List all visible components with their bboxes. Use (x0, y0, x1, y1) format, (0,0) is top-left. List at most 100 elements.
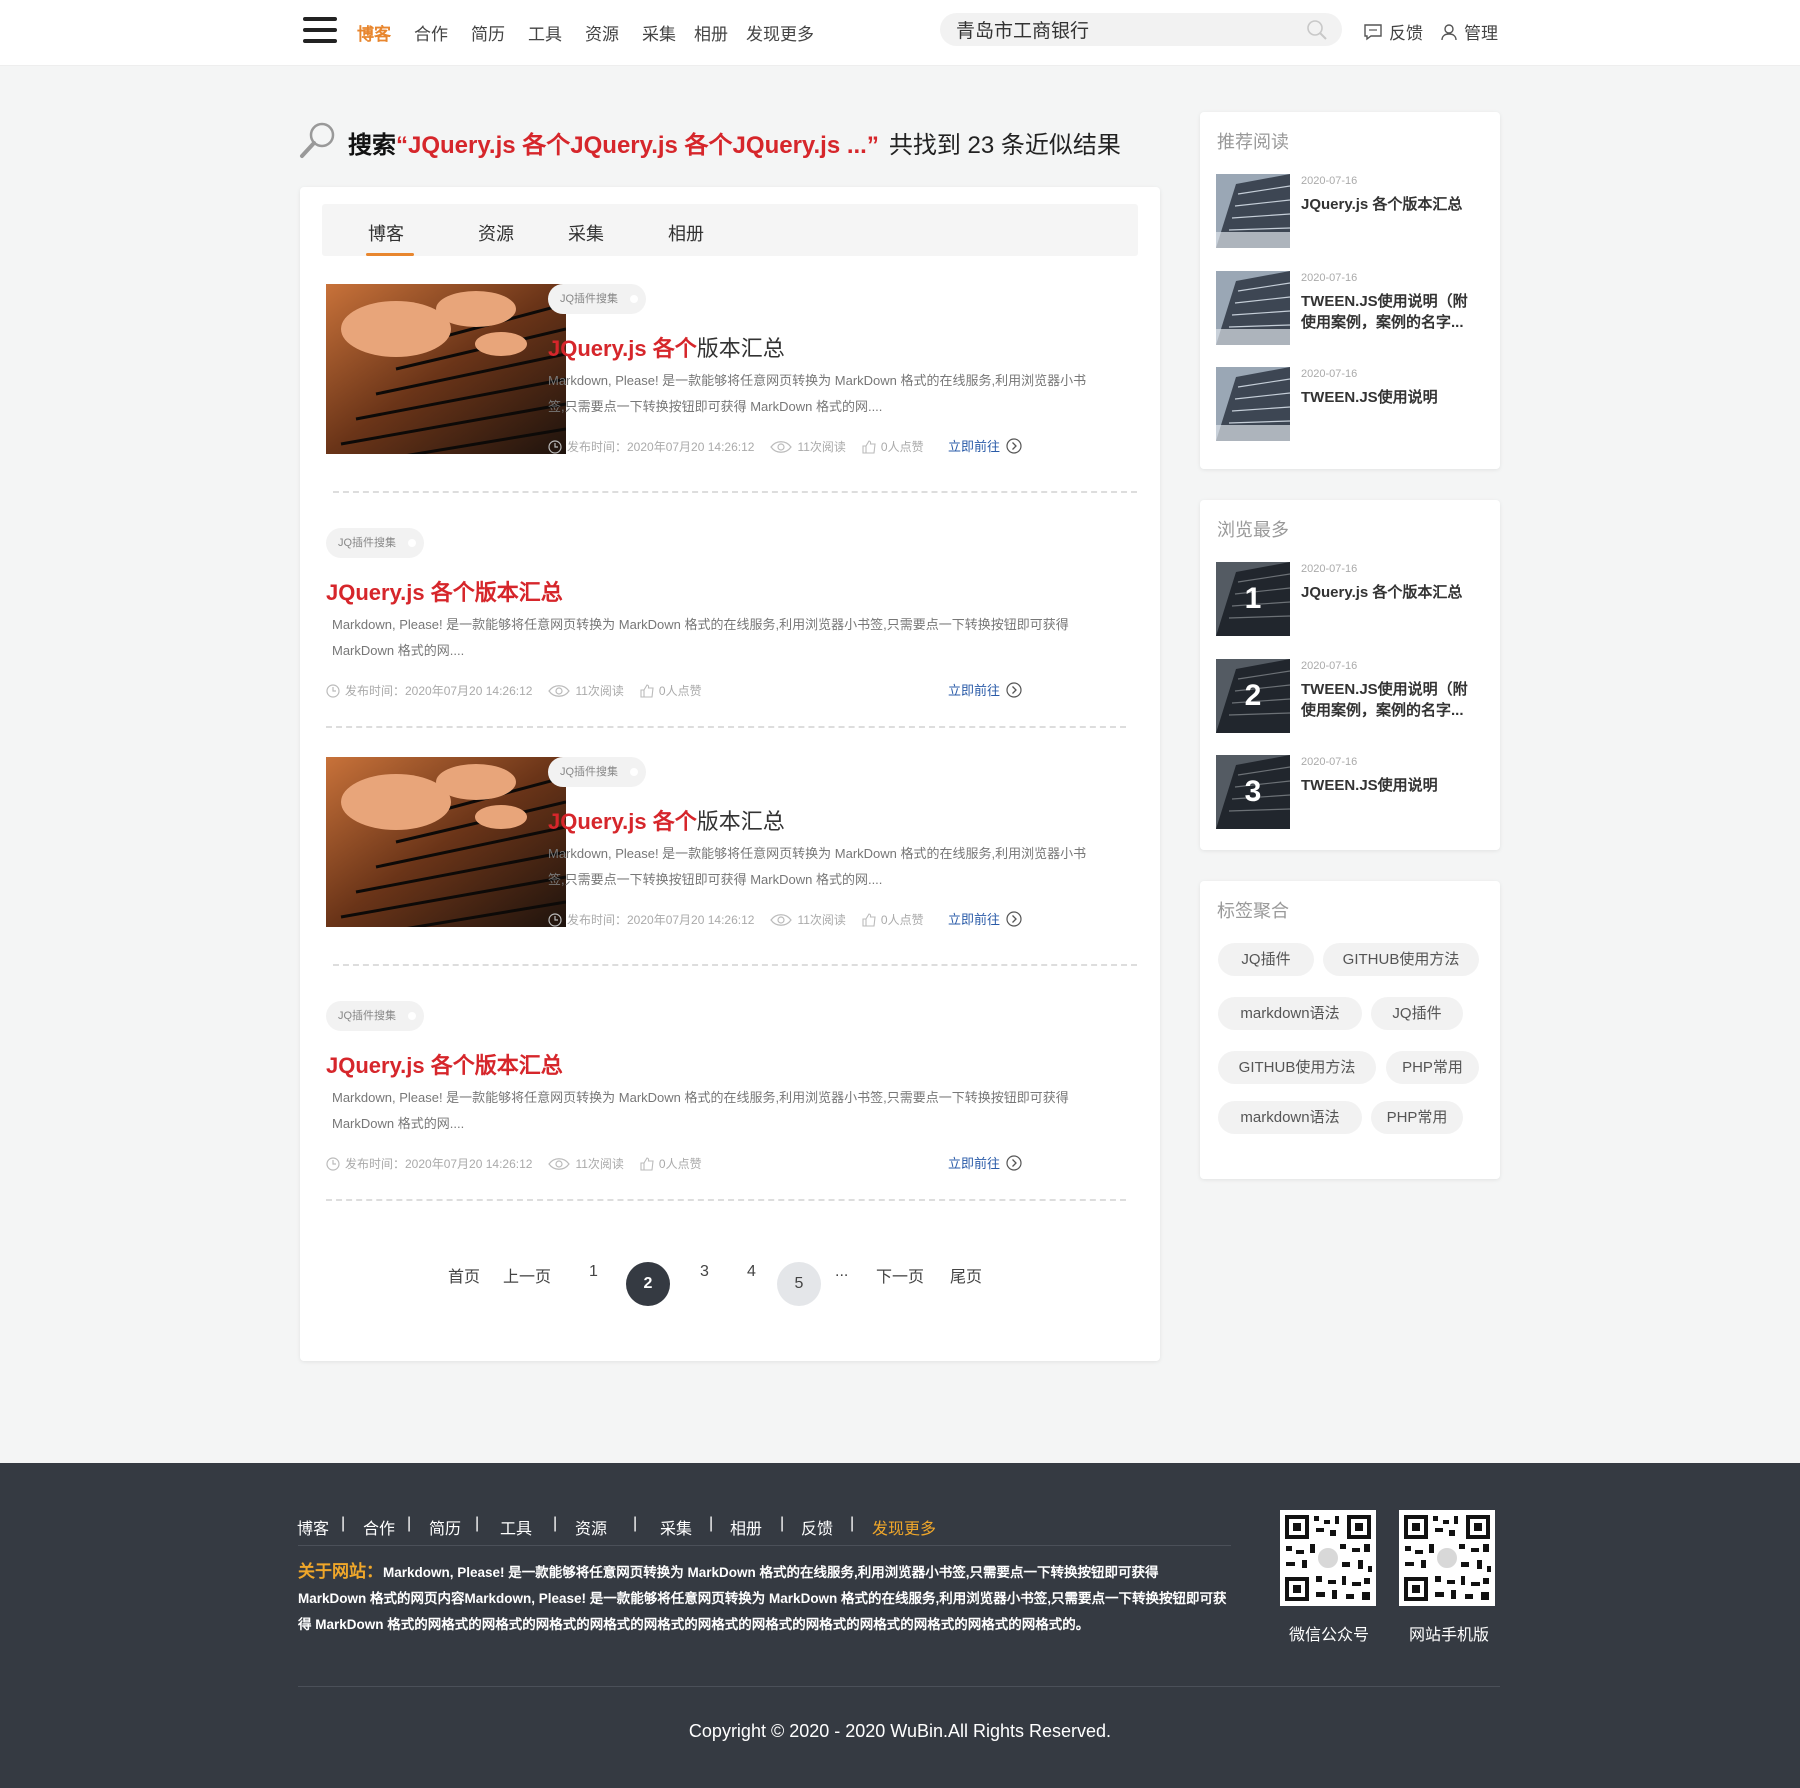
item-title[interactable]: TWEEN.JS使用说明（附使用案例，案例的名字... (1301, 679, 1481, 721)
pager-page-5[interactable]: 5 (777, 1262, 821, 1306)
pager-page-4[interactable]: 4 (747, 1263, 756, 1281)
eye-icon (548, 684, 571, 697)
post-tag[interactable]: JQ插件搜集 (548, 284, 647, 314)
nav-item-resources[interactable]: 资源 (585, 20, 619, 45)
admin-link[interactable]: 管理 (1440, 19, 1498, 44)
tag-chip[interactable]: markdown语法 (1218, 1101, 1362, 1134)
item-date: 2020-07-16 (1301, 563, 1358, 575)
most-viewed-item[interactable]: 2 2020-07-16 TWEEN.JS使用说明（附使用案例，案例的名字... (1216, 659, 1486, 733)
post-tag[interactable]: JQ插件搜集 (326, 528, 425, 558)
most-viewed-item[interactable]: 1 2020-07-16 JQuery.js 各个版本汇总 (1216, 562, 1486, 636)
goto-link[interactable]: 立即前往 (948, 909, 1022, 928)
tag-chip[interactable]: PHP常用 (1371, 1101, 1463, 1134)
search-result-count: 共找到 23 条近似结果 (888, 132, 1121, 159)
rank-number: 1 (1244, 582, 1262, 615)
arrow-circle-icon (1006, 681, 1022, 698)
pager-last[interactable]: 尾页 (950, 1263, 982, 1287)
feedback-link[interactable]: 反馈 (1363, 19, 1423, 44)
keyboard-photo (326, 284, 566, 454)
user-icon (1441, 23, 1457, 40)
footer-link-feedback[interactable]: 反馈 (801, 1515, 833, 1539)
post-date: 发布时间：2020年07月20 14:26:12 (345, 1157, 533, 1171)
footer-link-cooperation[interactable]: 合作 (363, 1515, 395, 1539)
footer-link-collect[interactable]: 采集 (660, 1515, 692, 1539)
tag-chip[interactable]: JQ插件 (1371, 997, 1463, 1030)
tag-cloud-panel: 标签聚合 JQ插件 GITHUB使用方法 markdown语法 JQ插件 GIT… (1200, 881, 1500, 1179)
active-tab-indicator (366, 253, 414, 256)
most-viewed-item[interactable]: 3 2020-07-16 TWEEN.JS使用说明 (1216, 755, 1486, 829)
eye-icon (770, 913, 793, 926)
goto-link[interactable]: 立即前往 (948, 680, 1022, 699)
footer-link-resources[interactable]: 资源 (575, 1515, 607, 1539)
tag-chip[interactable]: PHP常用 (1386, 1051, 1479, 1084)
footer-link-album[interactable]: 相册 (730, 1515, 762, 1539)
item-title[interactable]: TWEEN.JS使用说明 (1301, 387, 1481, 408)
search-input[interactable] (956, 13, 1296, 46)
magnifier-icon (300, 122, 335, 158)
about-text: Markdown, Please! 是一款能够将任意网页转换为 MarkDown… (298, 1565, 1227, 1632)
feedback-icon (1364, 23, 1382, 40)
nav-item-tools[interactable]: 工具 (528, 20, 562, 45)
pager-prev[interactable]: 上一页 (503, 1263, 551, 1287)
about-label: 关于网站： (298, 1562, 383, 1581)
divider (326, 726, 1126, 728)
recommend-item[interactable]: 2020-07-16 TWEEN.JS使用说明 (1216, 367, 1486, 441)
pager-first[interactable]: 首页 (448, 1263, 480, 1287)
item-title[interactable]: JQuery.js 各个版本汇总 (1301, 194, 1481, 215)
thumbs-up-icon (640, 683, 654, 698)
panel-title: 标签聚合 (1217, 901, 1289, 921)
clock-icon (326, 683, 340, 698)
item-title[interactable]: TWEEN.JS使用说明 (1301, 775, 1481, 796)
search-bar (940, 13, 1342, 46)
post-thumbnail[interactable] (326, 284, 566, 454)
post-meta: 发布时间：2020年07月20 14:26:12 11次阅读 0人点赞 (326, 1155, 718, 1172)
item-title[interactable]: TWEEN.JS使用说明（附使用案例，案例的名字... (1301, 291, 1481, 333)
nav-item-collect[interactable]: 采集 (642, 20, 676, 45)
nav-item-cooperation[interactable]: 合作 (414, 20, 448, 45)
tag-chip[interactable]: JQ插件 (1218, 943, 1314, 976)
tag-chip[interactable]: GITHUB使用方法 (1323, 943, 1479, 976)
item-title[interactable]: JQuery.js 各个版本汇总 (1301, 582, 1481, 603)
results-card: 博客 资源 采集 相册 JQ插件搜集 JQuery.js 各个版本汇总 Mark… (300, 187, 1160, 1361)
post-thumbnail[interactable] (326, 757, 566, 927)
goto-link[interactable]: 立即前往 (948, 436, 1022, 455)
pager-next[interactable]: 下一页 (876, 1263, 924, 1287)
pager-page-3[interactable]: 3 (700, 1263, 709, 1281)
search-prefix: 搜索 (348, 132, 396, 159)
menu-icon[interactable] (303, 17, 337, 43)
tab-resources[interactable]: 资源 (478, 220, 514, 246)
goto-link[interactable]: 立即前往 (948, 1153, 1022, 1172)
post-title[interactable]: JQuery.js 各个版本汇总 (326, 575, 563, 607)
footer-link-blog[interactable]: 博客 (297, 1515, 329, 1539)
footer-link-tools[interactable]: 工具 (500, 1515, 532, 1539)
tag-chip[interactable]: markdown语法 (1218, 997, 1362, 1030)
recommend-item[interactable]: 2020-07-16 TWEEN.JS使用说明（附使用案例，案例的名字... (1216, 271, 1486, 345)
post-tag[interactable]: JQ插件搜集 (548, 757, 647, 787)
post-title[interactable]: JQuery.js 各个版本汇总 (326, 1048, 563, 1080)
keyboard-photo (326, 757, 566, 927)
divider (333, 491, 1137, 493)
nav-item-blog[interactable]: 博客 (357, 20, 391, 45)
admin-label: 管理 (1464, 24, 1498, 43)
nav-item-resume[interactable]: 简历 (471, 20, 505, 45)
post-meta: 发布时间：2020年07月20 14:26:12 11次阅读 0人点赞 (548, 911, 940, 928)
pager-page-current[interactable]: 2 (626, 1262, 670, 1306)
tab-collect[interactable]: 采集 (568, 220, 604, 246)
pager-page-1[interactable]: 1 (589, 1263, 598, 1281)
item-date: 2020-07-16 (1301, 660, 1358, 672)
footer-link-resume[interactable]: 简历 (429, 1515, 461, 1539)
tab-album[interactable]: 相册 (668, 220, 704, 246)
tab-blog[interactable]: 博客 (368, 220, 404, 246)
category-tabs: 博客 资源 采集 相册 (322, 204, 1138, 256)
tag-chip[interactable]: GITHUB使用方法 (1218, 1051, 1376, 1084)
nav-item-album[interactable]: 相册 (694, 20, 728, 45)
post-tag[interactable]: JQ插件搜集 (326, 1001, 425, 1031)
search-icon[interactable] (1306, 19, 1328, 41)
footer-link-more[interactable]: 发现更多 (872, 1515, 936, 1539)
feedback-label: 反馈 (1389, 24, 1423, 43)
recommend-item[interactable]: 2020-07-16 JQuery.js 各个版本汇总 (1216, 174, 1486, 248)
post-title[interactable]: JQuery.js 各个版本汇总 (548, 331, 785, 363)
arrow-circle-icon (1006, 1154, 1022, 1171)
nav-item-more[interactable]: 发现更多 (746, 20, 814, 45)
post-title[interactable]: JQuery.js 各个版本汇总 (548, 804, 785, 836)
